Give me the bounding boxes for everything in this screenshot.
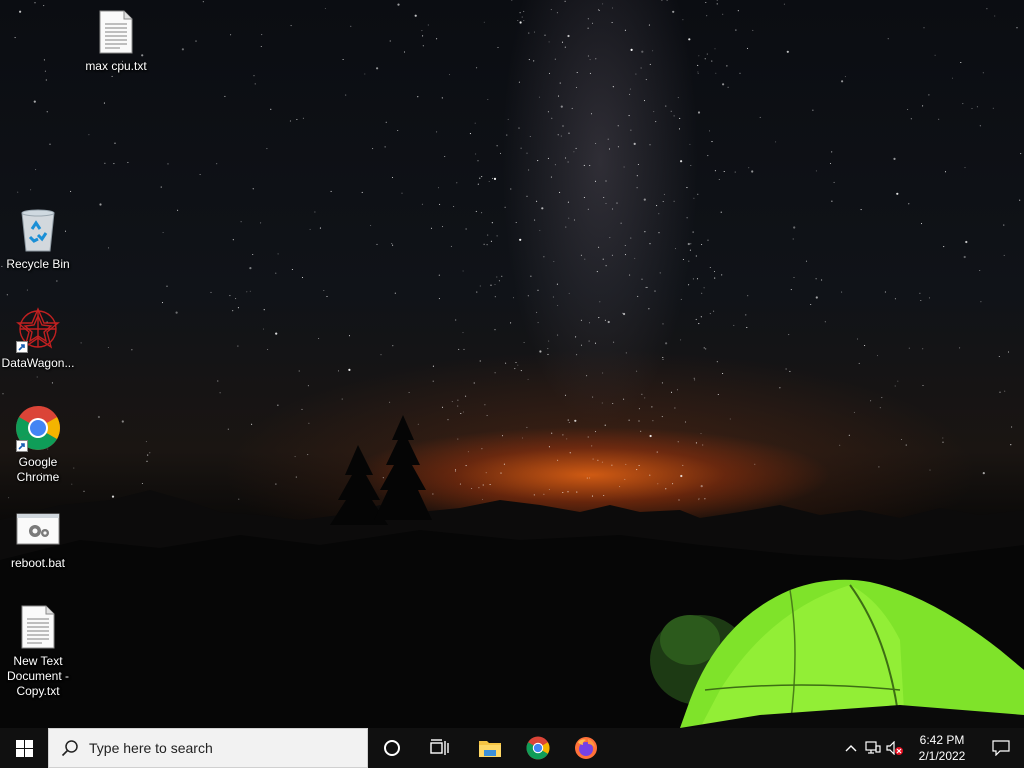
firefox-icon [575, 737, 597, 759]
volume-muted-icon [886, 741, 903, 755]
action-center-button[interactable] [978, 728, 1024, 768]
text-file-icon [92, 8, 140, 56]
task-view-icon [430, 739, 449, 755]
desktop-icon-max-cpu[interactable]: max cpu.txt [78, 8, 154, 74]
notification-icon [992, 740, 1010, 756]
datawagon-icon [14, 305, 62, 353]
shortcut-arrow-icon [16, 440, 28, 452]
volume-button[interactable] [884, 728, 906, 768]
desktop-icon-datawagon[interactable]: DataWagon... [0, 305, 76, 371]
taskbar-clock[interactable]: 6:42 PM 2/1/2022 [906, 728, 978, 768]
desktop-icon-new-text-document-copy[interactable]: New Text Document - Copy.txt [0, 603, 76, 699]
taskbar-search-box[interactable]: Type here to search [48, 728, 368, 768]
wallpaper [0, 0, 1024, 728]
chevron-up-icon [845, 745, 857, 752]
desktop-icon-label: reboot.bat [10, 556, 66, 570]
desktop-icon-label: New Text Document - Copy.txt [6, 654, 70, 698]
desktop-icon-label: Recycle Bin [6, 257, 70, 271]
search-icon [61, 740, 78, 757]
shortcut-arrow-icon [16, 341, 28, 353]
clock-date: 2/1/2022 [918, 749, 966, 763]
taskbar: Type here to search 6:42 PM 2/1/2022 [0, 728, 1024, 768]
text-file-icon [14, 603, 62, 651]
show-hidden-icons-button[interactable] [840, 728, 862, 768]
desktop-icon-label: Google Chrome [16, 455, 60, 484]
recycle-bin-icon [14, 206, 62, 254]
taskbar-firefox[interactable] [562, 728, 610, 768]
desktop-icon-reboot-bat[interactable]: reboot.bat [0, 505, 76, 571]
clock-time: 6:42 PM [919, 733, 965, 747]
cortana-button[interactable] [368, 728, 416, 768]
search-placeholder: Type here to search [89, 740, 213, 756]
cortana-icon [384, 740, 400, 756]
network-button[interactable] [862, 728, 884, 768]
taskbar-chrome[interactable] [514, 728, 562, 768]
system-tray: 6:42 PM 2/1/2022 [840, 728, 1024, 768]
file-explorer-icon [479, 741, 501, 757]
desktop-background[interactable]: max cpu.txt Recycle Bin DataWagon... Goo… [0, 0, 1024, 728]
batch-file-icon [14, 505, 62, 553]
desktop-icon-label: max cpu.txt [85, 59, 147, 73]
network-icon [865, 741, 881, 754]
start-button[interactable] [0, 728, 48, 768]
desktop-icon-recycle-bin[interactable]: Recycle Bin [0, 206, 76, 272]
task-view-button[interactable] [416, 728, 464, 768]
desktop-icon-google-chrome[interactable]: Google Chrome [0, 404, 76, 485]
chrome-icon [14, 404, 62, 452]
windows-logo-icon [15, 739, 33, 757]
taskbar-file-explorer[interactable] [466, 728, 514, 768]
chrome-icon [526, 736, 550, 760]
desktop-icon-label: DataWagon... [1, 356, 75, 370]
